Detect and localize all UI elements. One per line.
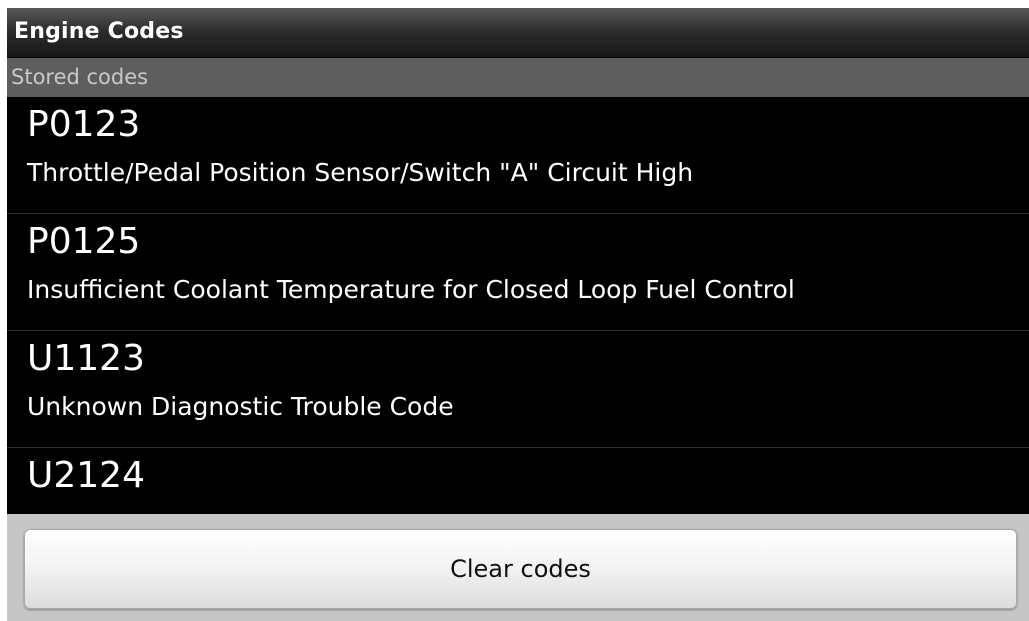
clear-codes-button[interactable]: Clear codes [24,529,1017,609]
code-description: Throttle/Pedal Position Sensor/Switch "A… [27,158,694,187]
clear-codes-label: Clear codes [450,555,591,583]
code-description: Insufficient Coolant Temperature for Clo… [27,275,795,304]
code-id: U1123 [27,338,145,379]
code-description: Unknown Diagnostic Trouble Code [27,392,454,421]
title-bar: Engine Codes [7,8,1029,58]
bottom-action-bar: Clear codes [7,514,1029,621]
code-list-item[interactable]: P0123 Throttle/Pedal Position Sensor/Swi… [7,97,1029,214]
code-list-item[interactable]: U1123 Unknown Diagnostic Trouble Code [7,331,1029,448]
section-header: Stored codes [7,58,1029,97]
app-title: Engine Codes [14,19,184,44]
code-id: P0123 [27,104,141,145]
code-id: U2124 [27,455,145,496]
app-screen: Engine Codes Stored codes P0123 Throttle… [7,8,1029,621]
code-id: P0125 [27,221,141,262]
code-list[interactable]: P0123 Throttle/Pedal Position Sensor/Swi… [7,97,1029,514]
code-list-item[interactable]: U2124 [7,448,1029,514]
section-header-label: Stored codes [11,65,149,89]
code-list-item[interactable]: P0125 Insufficient Coolant Temperature f… [7,214,1029,331]
